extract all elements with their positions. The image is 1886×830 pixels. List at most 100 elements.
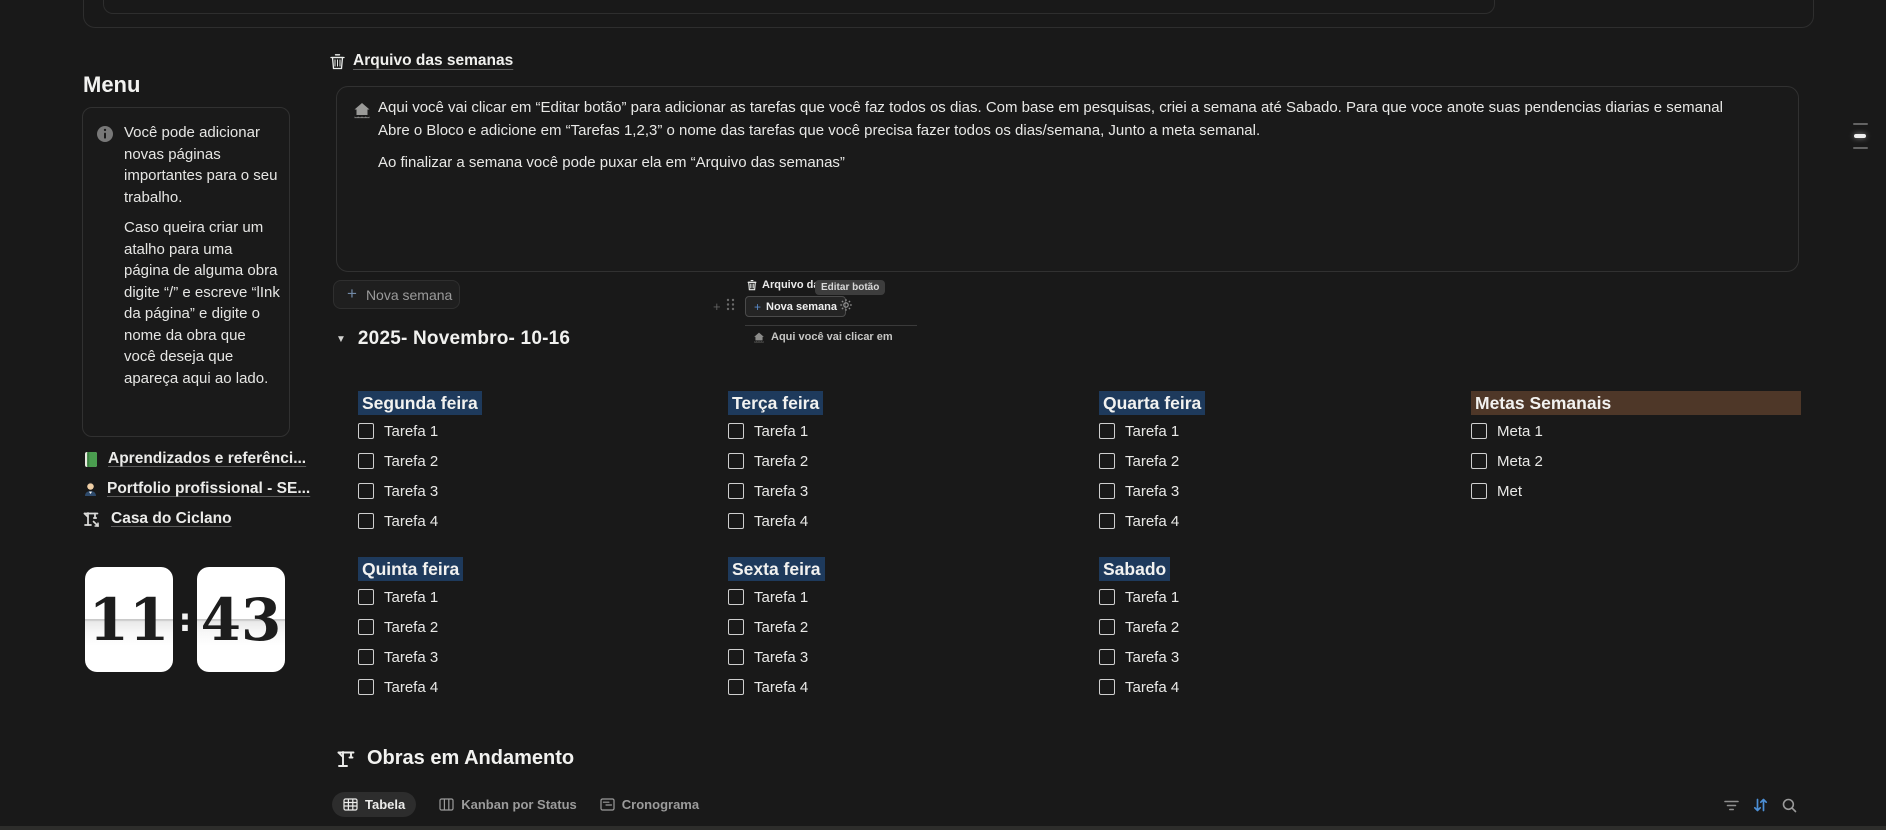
plus-handle-icon: + xyxy=(713,299,721,314)
checkbox[interactable] xyxy=(1099,649,1115,665)
checkbox[interactable] xyxy=(1471,483,1487,499)
todo-item: Tarefa 1 xyxy=(728,416,1058,446)
flip-clock-hours: 11 xyxy=(85,567,173,672)
drag-handle-icon xyxy=(726,298,735,311)
search-icon[interactable] xyxy=(1780,796,1798,814)
checkbox[interactable] xyxy=(728,619,744,635)
checkbox[interactable] xyxy=(1099,679,1115,695)
metas-header: Metas Semanais xyxy=(1471,391,1801,415)
checkbox[interactable] xyxy=(1099,423,1115,439)
checkbox[interactable] xyxy=(358,589,374,605)
sidebar-links: Aprendizados e referênci... Portfolio pr… xyxy=(83,444,310,534)
timeline-icon xyxy=(600,798,615,811)
tab-cronograma[interactable]: Cronograma xyxy=(600,797,699,812)
todo-item: Tarefa 2 xyxy=(358,612,688,642)
obras-title-label: Obras em Andamento xyxy=(367,747,574,770)
checkbox[interactable] xyxy=(358,679,374,695)
sidebar-link-aprendizados[interactable]: Aprendizados e referênci... xyxy=(83,444,310,474)
callout-line-3: Ao finalizar a semana você pode puxar el… xyxy=(378,151,1778,174)
todo-item: Tarefa 4 xyxy=(1099,506,1429,536)
checkbox[interactable] xyxy=(1099,589,1115,605)
todo-item: Tarefa 3 xyxy=(728,642,1058,672)
checkbox[interactable] xyxy=(1099,483,1115,499)
sidebar-link-casa[interactable]: Casa do Ciclano xyxy=(83,504,310,534)
plus-icon: + xyxy=(754,300,761,314)
day-header: Sabado xyxy=(1099,557,1170,581)
tab-label: Cronograma xyxy=(622,797,699,812)
todo-item: Tarefa 2 xyxy=(1099,612,1429,642)
todo-item: Tarefa 3 xyxy=(1099,642,1429,672)
day-header: Quinta feira xyxy=(358,557,463,581)
todo-item: Meta 1 xyxy=(1471,416,1801,446)
view-tabs: Tabela Kanban por Status Cronograma xyxy=(332,792,699,817)
todo-item: Met xyxy=(1471,476,1801,506)
todo-item: Tarefa 2 xyxy=(1099,446,1429,476)
checkbox[interactable] xyxy=(358,513,374,529)
todo-item: Tarefa 4 xyxy=(1099,672,1429,702)
checkbox[interactable] xyxy=(358,619,374,635)
outline-indicator[interactable] xyxy=(1852,123,1869,149)
trash-icon xyxy=(330,53,345,70)
crane-cursor-icon xyxy=(83,510,102,529)
embedded-screenshot[interactable]: + Arquivo das Editar botão + Nova semana… xyxy=(709,277,921,353)
todo-item: Tarefa 1 xyxy=(1099,582,1429,612)
kanban-icon xyxy=(439,798,454,811)
day-column-sabado: Sabado Tarefa 1 Tarefa 2 Tarefa 3 Tarefa… xyxy=(1099,557,1429,702)
week-toggle[interactable]: ▼ 2025- Novembro- 10-16 xyxy=(336,328,570,350)
edit-button-tooltip: Editar botão xyxy=(815,280,885,295)
tab-tabela[interactable]: Tabela xyxy=(332,792,416,817)
sidebar-callout-text-2: Caso queira criar um atalho para uma pág… xyxy=(124,217,280,389)
day-column-quinta: Quinta feira Tarefa 1 Tarefa 2 Tarefa 3 … xyxy=(358,557,688,702)
new-week-button[interactable]: + Nova semana xyxy=(333,280,460,309)
todo-item: Tarefa 1 xyxy=(358,582,688,612)
divider xyxy=(745,325,917,326)
archive-weeks-link[interactable]: Arquivo das semanas xyxy=(330,52,513,70)
checkbox[interactable] xyxy=(358,649,374,665)
table-icon xyxy=(343,798,358,811)
checkbox[interactable] xyxy=(728,513,744,529)
todo-item: Tarefa 1 xyxy=(358,416,688,446)
checkbox[interactable] xyxy=(358,423,374,439)
checkbox[interactable] xyxy=(728,423,744,439)
scrolled-block-bottom-outer xyxy=(83,0,1814,28)
checkbox[interactable] xyxy=(1471,423,1487,439)
checkbox[interactable] xyxy=(1099,619,1115,635)
day-column-terca: Terça feira Tarefa 1 Tarefa 2 Tarefa 3 T… xyxy=(728,391,1058,536)
checkbox[interactable] xyxy=(728,649,744,665)
todo-item: Tarefa 1 xyxy=(1099,416,1429,446)
checkbox[interactable] xyxy=(728,589,744,605)
todo-item: Tarefa 4 xyxy=(358,672,688,702)
sort-icon[interactable] xyxy=(1751,796,1769,814)
menu-title: Menu xyxy=(83,72,140,98)
obras-section-title: Obras em Andamento xyxy=(336,747,574,770)
todo-item: Meta 2 xyxy=(1471,446,1801,476)
checkbox[interactable] xyxy=(1471,453,1487,469)
todo-item: Tarefa 4 xyxy=(728,672,1058,702)
toggle-triangle-icon: ▼ xyxy=(336,334,346,345)
tab-label: Tabela xyxy=(365,797,405,812)
tab-kanban[interactable]: Kanban por Status xyxy=(439,797,577,812)
house-icon xyxy=(353,102,371,119)
filter-icon[interactable] xyxy=(1722,796,1740,814)
crane-icon xyxy=(336,748,358,770)
checkbox[interactable] xyxy=(358,483,374,499)
metas-column: Metas Semanais Meta 1 Meta 2 Met xyxy=(1471,391,1801,506)
todo-item: Tarefa 3 xyxy=(1099,476,1429,506)
todo-item: Tarefa 3 xyxy=(358,642,688,672)
callout-line-1: Aqui você vai clicar em “Editar botão” p… xyxy=(378,96,1778,119)
gear-icon xyxy=(839,298,853,312)
checkbox[interactable] xyxy=(728,679,744,695)
database-controls xyxy=(1722,796,1798,814)
info-icon xyxy=(96,125,114,143)
checkbox[interactable] xyxy=(728,483,744,499)
sidebar-link-portfolio[interactable]: Portfolio profissional - SE... xyxy=(83,474,310,504)
checkbox[interactable] xyxy=(1099,453,1115,469)
sidebar-callout-text-1: Você pode adicionar novas páginas import… xyxy=(124,122,280,208)
checkbox[interactable] xyxy=(1099,513,1115,529)
checkbox[interactable] xyxy=(728,453,744,469)
checkbox[interactable] xyxy=(358,453,374,469)
new-week-button-label: Nova semana xyxy=(366,287,452,303)
mini-callout-text: Aqui você vai clicar em xyxy=(771,331,893,343)
tab-label: Kanban por Status xyxy=(461,797,577,812)
sidebar-callout: Você pode adicionar novas páginas import… xyxy=(82,107,290,437)
